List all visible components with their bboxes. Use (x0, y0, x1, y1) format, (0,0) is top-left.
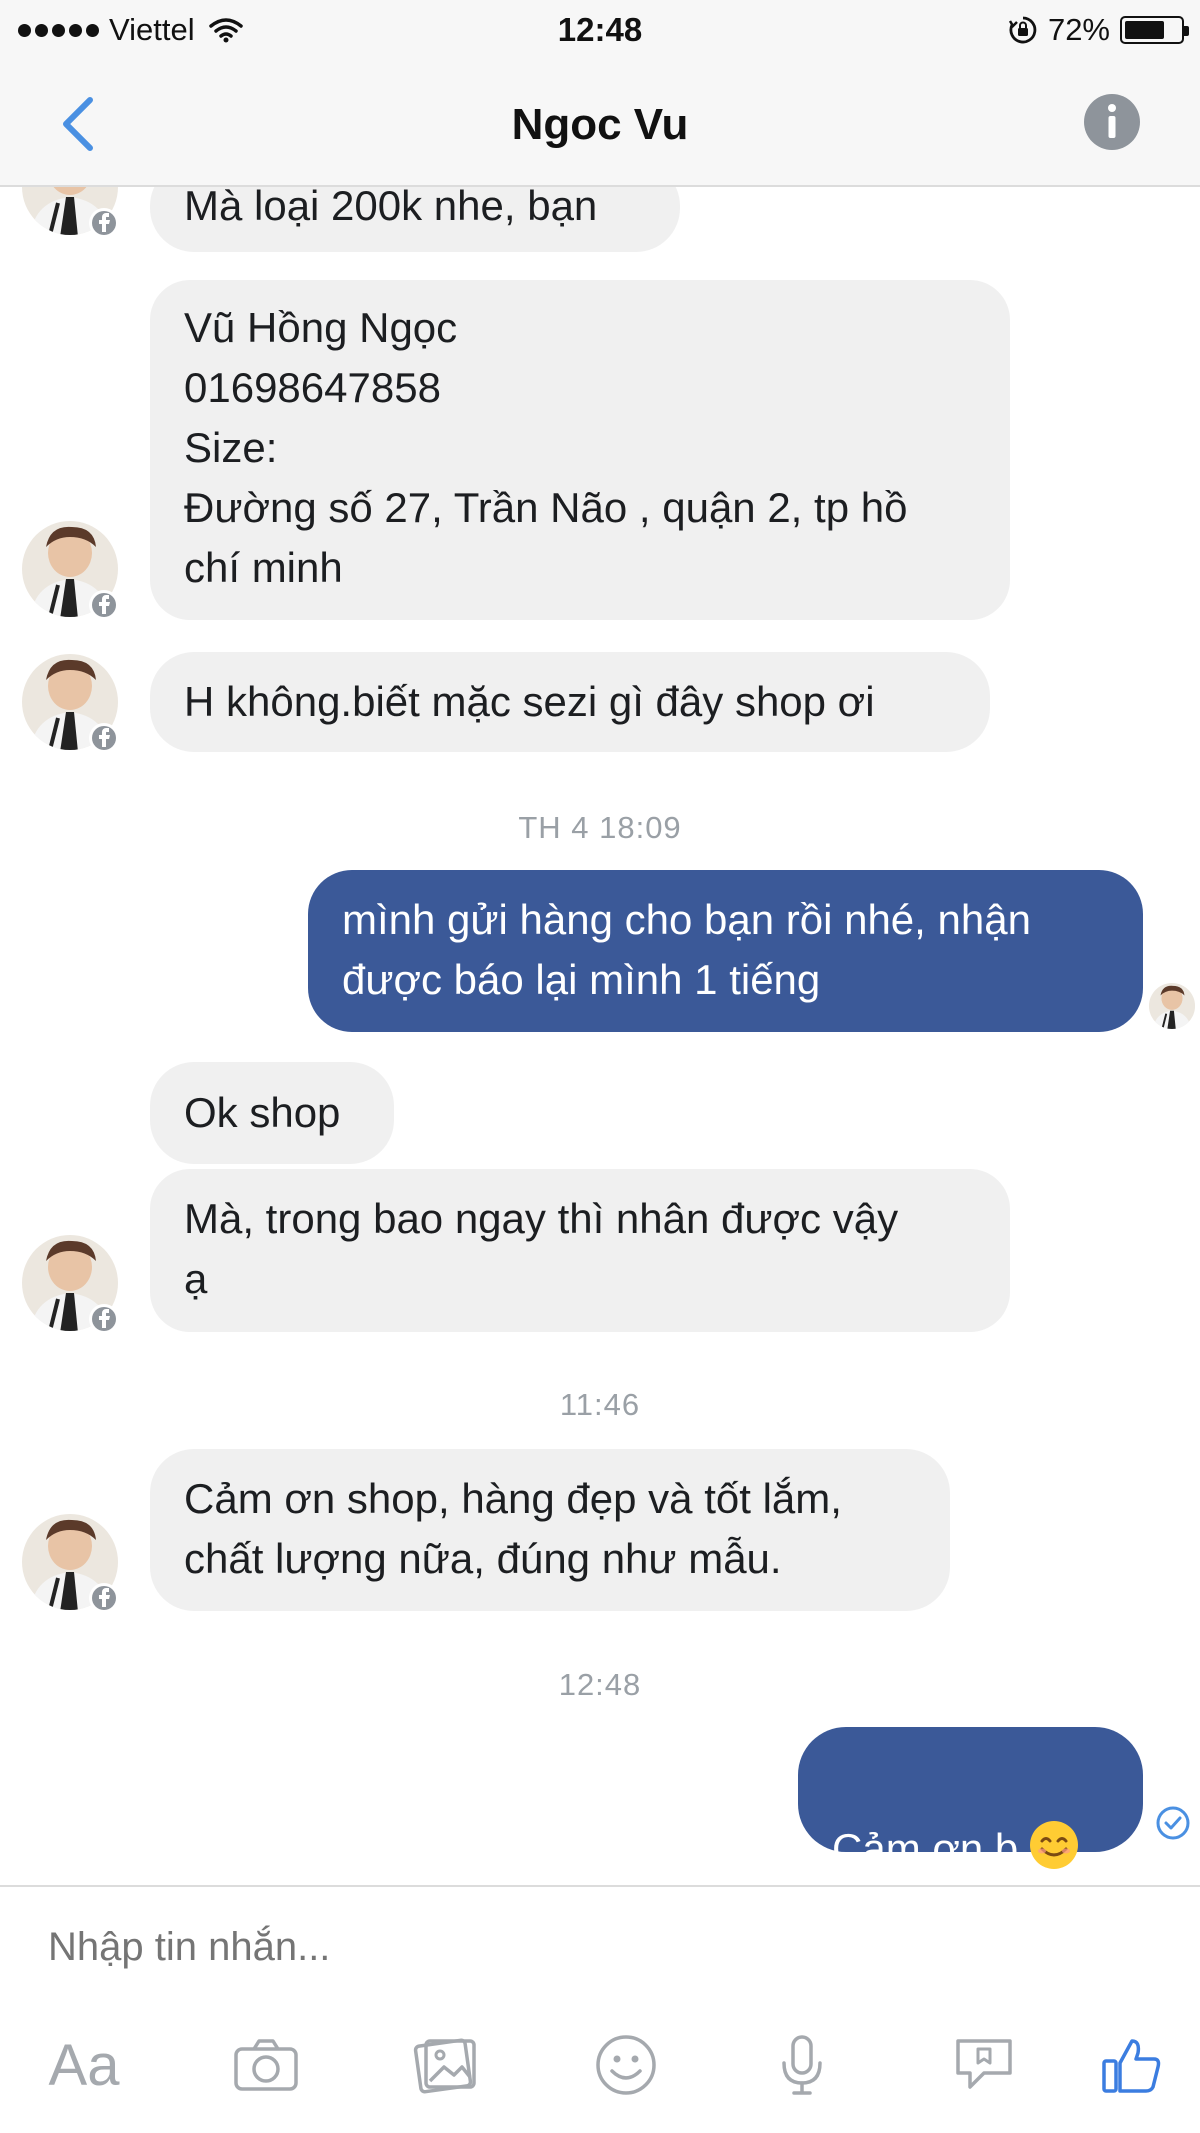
battery-area: 72% (1008, 12, 1189, 48)
sticker-icon (956, 2039, 1012, 2089)
timestamp: 11:46 (559, 1387, 641, 1422)
contact-avatar[interactable] (20, 1233, 120, 1333)
incoming-message[interactable]: Cảm ơn shop, hàng đẹp và tốt lắm, chất l… (150, 1449, 950, 1611)
message-input[interactable] (48, 1925, 1148, 1970)
incoming-message[interactable]: Ok shop (150, 1062, 394, 1164)
contact-avatar[interactable] (20, 187, 120, 237)
text-format-button[interactable]: Aa (46, 2027, 122, 2103)
emoji-button[interactable] (588, 2027, 664, 2103)
incoming-message[interactable]: H không.biết mặc sezi gì đây shop ơi (150, 652, 990, 752)
gallery-icon (413, 2038, 476, 2094)
battery-icon (1120, 16, 1189, 44)
sticker-button[interactable] (946, 2027, 1022, 2103)
thumbs-up-icon (1102, 2039, 1161, 2093)
message-list[interactable]: Mà loại 200k nhe, bạn Vũ Hồng Ngọc 01698… (0, 187, 1200, 1885)
timestamp: TH 4 18:09 (518, 810, 682, 845)
smiley-icon (596, 2035, 656, 2095)
voice-button[interactable] (764, 2027, 840, 2103)
check-circle-icon (1156, 1806, 1190, 1840)
composer: Aa (0, 1885, 1200, 2133)
incoming-message[interactable]: Mà loại 200k nhe, bạn (150, 187, 680, 252)
rotation-lock-icon (1008, 16, 1037, 44)
gallery-button[interactable] (408, 2027, 484, 2103)
incoming-message[interactable]: Mà, trong bao ngay thì nhân được vậy ạ (150, 1169, 1010, 1332)
text-format-label: Aa (48, 2032, 120, 2098)
smiling-emoji-icon (1030, 1821, 1079, 1869)
conversation-header: Ngoc Vu (0, 62, 1200, 187)
info-icon (1084, 94, 1140, 150)
timestamp: 12:48 (558, 1667, 642, 1702)
contact-avatar[interactable] (20, 519, 120, 619)
contact-avatar[interactable] (20, 1512, 120, 1612)
battery-percent: 72% (1047, 12, 1110, 47)
composer-toolbar: Aa (0, 2027, 1200, 2107)
like-button[interactable] (1094, 2027, 1170, 2103)
info-button[interactable] (1082, 92, 1142, 152)
outgoing-message[interactable]: mình gửi hàng cho bạn rồi nhé, nhận được… (308, 870, 1143, 1032)
seen-avatar (1148, 982, 1196, 1030)
microphone-icon (782, 2035, 822, 2095)
incoming-message[interactable]: Vũ Hồng Ngọc 01698647858 Size: Đường số … (150, 280, 1010, 620)
contact-name[interactable]: Ngoc Vu (0, 100, 1200, 150)
contact-avatar[interactable] (20, 652, 120, 752)
camera-icon (234, 2039, 298, 2091)
outgoing-message[interactable]: Cảm ơn b (798, 1727, 1143, 1872)
camera-button[interactable] (228, 2027, 304, 2103)
status-bar: Viettel 12:48 72% (0, 0, 1200, 62)
message-text: Cảm ơn b (832, 1825, 1019, 1872)
